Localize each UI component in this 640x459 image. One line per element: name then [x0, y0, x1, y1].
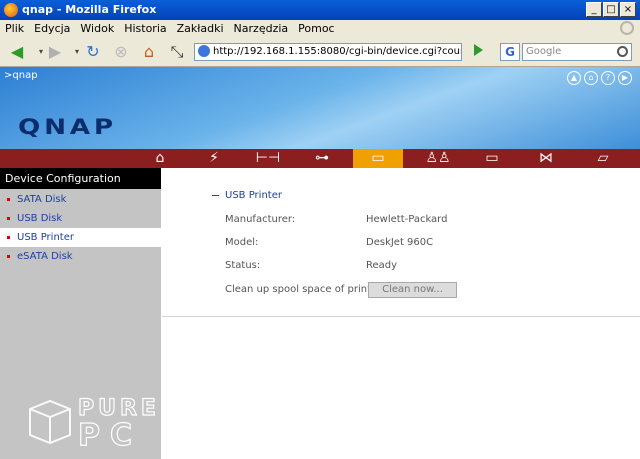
tab-services-icon[interactable]: ⋈	[521, 149, 571, 168]
forward-arrow-icon[interactable]: ▶	[44, 42, 66, 62]
next-icon[interactable]: ▶	[618, 71, 632, 85]
menu-plik[interactable]: Plik	[0, 20, 29, 37]
search-engine-icon[interactable]: G	[500, 43, 520, 61]
stop-icon[interactable]: ⊗	[110, 42, 132, 62]
main-panel: USB Printer Manufacturer: Hewlett-Packar…	[162, 168, 640, 459]
model-value: DeskJet 960C	[366, 237, 434, 248]
search-placeholder: Google	[526, 46, 562, 57]
clean-now-button[interactable]: Clean now...	[368, 282, 457, 298]
close-button[interactable]: ×	[620, 2, 636, 17]
divider	[162, 316, 640, 317]
page-content: >qnap ▲ ⌂? ▶ QNAP ⌂ ⚡ ⊢⊣ ⊶ ▭ ♙♙ ▭ ⋈ ▱ Devi…	[0, 67, 640, 459]
tab-tools-icon[interactable]: ▱	[578, 149, 628, 168]
status-value: Ready	[366, 260, 398, 271]
menu-edycja[interactable]: Edycja	[29, 20, 75, 37]
back-arrow-icon[interactable]: ◀	[6, 42, 28, 62]
window-title: qnap - Mozilla Firefox	[22, 3, 157, 16]
sidebar-item-usb-printer[interactable]: USB Printer	[0, 228, 161, 247]
qnap-logo: QNAP	[18, 115, 117, 139]
minimize-button[interactable]: _	[586, 2, 602, 17]
menu-zakladki[interactable]: Zakładki	[172, 20, 229, 37]
qnap-banner: >qnap ▲ ⌂? ▶ QNAP	[0, 67, 640, 149]
model-label: Model:	[225, 237, 259, 248]
navigation-toolbar: ◀ ▾ ▶ ▾ ↻ ⊗ ⌂ ⤡ http://192.168.1.155:808…	[0, 38, 640, 67]
throbber-icon	[620, 21, 634, 35]
menu-widok[interactable]: Widok	[75, 20, 119, 37]
resize-arrow-icon[interactable]: ⤡	[166, 42, 188, 62]
bullet-icon	[7, 217, 10, 220]
address-bar[interactable]: http://192.168.1.155:8080/cgi-bin/device…	[194, 43, 462, 61]
sidebar-item-esata-disk[interactable]: eSATA Disk	[0, 247, 161, 266]
status-label: Status:	[225, 260, 261, 271]
bullet-icon	[7, 236, 10, 239]
section-title: USB Printer	[212, 190, 282, 201]
sidebar-item-label: eSATA Disk	[17, 251, 73, 262]
up-icon[interactable]: ▲	[567, 71, 581, 85]
dash-icon	[212, 194, 219, 196]
site-globe-icon	[198, 45, 210, 57]
category-tab-bar: ⌂ ⚡ ⊢⊣ ⊶ ▭ ♙♙ ▭ ⋈ ▱	[0, 149, 640, 168]
search-input[interactable]: Google	[522, 43, 632, 61]
manufacturer-value: Hewlett-Packard	[366, 214, 448, 225]
home-small-icon[interactable]: ⌂	[584, 71, 598, 85]
window-titlebar: qnap - Mozilla Firefox _ □ ×	[0, 0, 640, 20]
breadcrumb[interactable]: >qnap	[4, 70, 38, 81]
menu-narzedzia[interactable]: Narzędzia	[229, 20, 294, 37]
tab-device-config-icon[interactable]: ▭	[353, 149, 403, 168]
sidebar-item-usb-disk[interactable]: USB Disk	[0, 209, 161, 228]
maximize-button[interactable]: □	[603, 2, 619, 17]
tab-device-icon[interactable]: ⊶	[297, 149, 347, 168]
menu-pomoc[interactable]: Pomoc	[293, 20, 339, 37]
go-icon[interactable]	[474, 44, 483, 56]
menu-bar: Plik Edycja Widok Historia Zakładki Narzędzia…	[0, 20, 640, 38]
firefox-icon	[4, 3, 18, 17]
manufacturer-label: Manufacturer:	[225, 214, 296, 225]
watermark-bottom-text: PC	[78, 418, 142, 449]
sidebar-item-label: SATA Disk	[17, 194, 67, 205]
cube-logo-icon	[29, 399, 71, 445]
tab-system-icon[interactable]: ⊢⊣	[243, 149, 293, 168]
bullet-icon	[7, 198, 10, 201]
purepc-watermark: PURE PC	[29, 395, 157, 449]
reload-icon[interactable]: ↻	[82, 42, 104, 62]
home-icon[interactable]: ⌂	[138, 42, 160, 62]
bullet-icon	[7, 255, 10, 258]
help-icon[interactable]: ?	[601, 71, 615, 85]
tab-folder-icon[interactable]: ▭	[467, 149, 517, 168]
sidebar-header: Device Configuration	[0, 168, 161, 189]
sidebar-item-label: USB Printer	[17, 232, 74, 243]
sidebar-item-sata-disk[interactable]: SATA Disk	[0, 190, 161, 209]
cleanup-label: Clean up spool space of printer:	[225, 284, 385, 295]
tab-home-icon[interactable]: ⌂	[135, 149, 185, 168]
sidebar-item-label: USB Disk	[17, 213, 63, 224]
address-url: http://192.168.1.155:8080/cgi-bin/device…	[213, 46, 461, 57]
top-icons: ▲ ⌂? ▶	[564, 70, 632, 85]
tab-network-icon[interactable]: ⚡	[189, 149, 239, 168]
tab-users-icon[interactable]: ♙♙	[413, 149, 463, 168]
search-icon[interactable]	[617, 46, 628, 57]
menu-historia[interactable]: Historia	[119, 20, 171, 37]
